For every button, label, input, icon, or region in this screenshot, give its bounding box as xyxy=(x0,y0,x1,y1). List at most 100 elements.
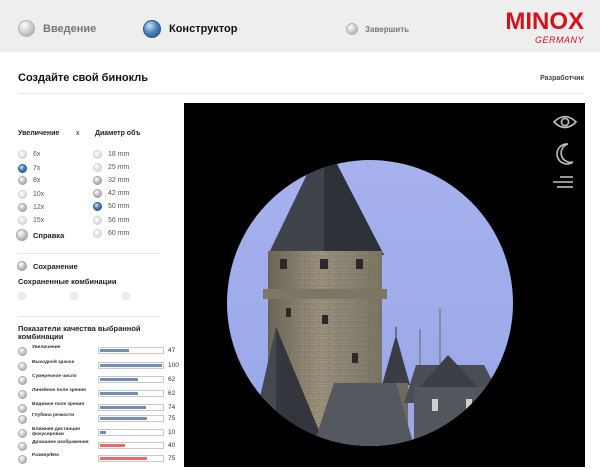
magnification-option-8x[interactable]: 8x xyxy=(18,176,40,185)
radio-icon xyxy=(18,203,27,212)
option-label: 42 mm xyxy=(108,190,130,197)
metric-bar-fill xyxy=(100,417,147,420)
metric-value: 40 xyxy=(168,442,176,449)
metric-row[interactable]: Выходной зрачок 100 xyxy=(18,360,179,372)
metric-row[interactable]: Сумеречное число 62 xyxy=(18,374,175,386)
metric-bullet-icon xyxy=(18,362,27,371)
metric-label: Сумеречное число xyxy=(32,374,77,379)
radio-selected-icon xyxy=(93,202,102,211)
option-label: 32 mm xyxy=(108,177,130,184)
metric-label: Линейное поле зрения xyxy=(32,388,86,393)
metric-bullet-icon xyxy=(18,390,27,399)
nav-step-constructor[interactable]: Конструктор xyxy=(143,20,237,38)
save-label: Сохранение xyxy=(33,261,78,271)
diameter-option-42mm[interactable]: 42 mm xyxy=(93,189,129,198)
radio-icon xyxy=(93,216,102,225)
metric-bar-fill xyxy=(100,457,147,460)
metric-bar-track xyxy=(98,376,164,383)
metric-bar-track xyxy=(98,362,164,369)
logo-country: GERMANY xyxy=(534,35,584,45)
metric-row[interactable]: Размер/Вес 75 xyxy=(18,453,175,465)
diameter-option-60mm[interactable]: 60 mm xyxy=(93,229,129,238)
metric-bar-fill xyxy=(100,349,129,352)
metric-row[interactable]: Увеличение 47 xyxy=(18,345,175,357)
metric-bar-fill xyxy=(100,444,125,447)
diameter-option-56mm[interactable]: 56 mm xyxy=(93,216,129,225)
radio-icon xyxy=(93,229,102,238)
option-label: 15x xyxy=(33,217,45,224)
option-label: 56 mm xyxy=(108,217,130,224)
nav-step-label: Введение xyxy=(43,22,97,35)
help-option[interactable]: Справка xyxy=(16,229,64,241)
nav-step-intro[interactable]: Введение xyxy=(18,20,96,37)
magnification-option-6x[interactable]: 6x xyxy=(18,150,40,159)
diameter-option-25mm[interactable]: 25 mm xyxy=(93,163,129,172)
diameter-option-18mm[interactable]: 18 mm xyxy=(93,150,129,159)
radio-icon xyxy=(17,261,27,271)
metric-bullet-icon xyxy=(18,376,27,385)
metric-bar-track xyxy=(98,404,164,411)
binocular-view-panel xyxy=(184,103,585,467)
radio-icon xyxy=(18,190,27,199)
divider xyxy=(18,316,160,317)
metric-label: Глубина резкости xyxy=(32,413,75,418)
metric-label: Увеличение xyxy=(32,345,61,350)
nav-step-label: Завершить xyxy=(365,24,410,34)
metric-label: Дрожание изображения xyxy=(32,440,89,445)
metric-value: 62 xyxy=(168,376,176,383)
radio-icon xyxy=(18,150,27,159)
nav-step-finish[interactable]: Завершить xyxy=(346,23,409,35)
metric-row[interactable]: Дрожание изображения 40 xyxy=(18,440,175,452)
option-label: 25 mm xyxy=(108,164,130,171)
magnification-option-12x[interactable]: 12x xyxy=(18,203,44,212)
metric-bullet-icon xyxy=(18,429,27,438)
metric-row[interactable]: Ближняя дистанция фокусировки 10 xyxy=(18,427,175,439)
metric-value: 10 xyxy=(168,429,176,436)
metric-value: 47 xyxy=(168,347,176,354)
metric-row[interactable]: Глубина резкости 75 xyxy=(18,413,175,425)
metric-row[interactable]: Линейное поле зрения 62 xyxy=(18,388,175,400)
developer-link[interactable]: Разработчик xyxy=(540,75,584,82)
magnification-option-10x[interactable]: 10x xyxy=(18,190,44,199)
saved-combinations-label: Сохраненные комбинации xyxy=(18,277,117,286)
metric-bullet-icon xyxy=(18,404,27,413)
metric-bar-track xyxy=(98,429,164,436)
option-label: 12x xyxy=(33,204,45,211)
magnification-option-7x[interactable]: 7x xyxy=(18,164,40,173)
eye-icon[interactable] xyxy=(553,114,577,130)
moon-icon[interactable] xyxy=(556,143,574,165)
page-title: Создайте свой бинокль xyxy=(18,72,148,84)
metric-bar-fill xyxy=(100,392,138,395)
help-radio-icon xyxy=(16,229,28,241)
diameter-option-50mm[interactable]: 50 mm xyxy=(93,202,129,211)
diameter-option-32mm[interactable]: 32 mm xyxy=(93,176,129,185)
settings-lines-icon[interactable] xyxy=(552,175,574,189)
metric-value: 75 xyxy=(168,455,176,462)
nav-step-label: Конструктор xyxy=(169,23,238,35)
option-label: 8x xyxy=(33,177,41,184)
save-option[interactable]: Сохранение xyxy=(17,261,78,271)
metric-label: Видимое поле зрения xyxy=(32,402,85,407)
metric-label: Размер/Вес xyxy=(32,453,60,458)
saved-slot-3[interactable] xyxy=(122,292,130,300)
option-label: 18 mm xyxy=(108,151,130,158)
metric-bar-track xyxy=(98,415,164,422)
radio-icon xyxy=(18,216,27,225)
metric-bar-fill xyxy=(100,431,106,434)
top-nav-bar: Введение Конструктор Завершить MINOX GER… xyxy=(0,0,600,52)
divider xyxy=(18,93,584,94)
option-label: 10x xyxy=(33,191,45,198)
metric-bar-fill xyxy=(100,378,138,381)
option-label: 6x xyxy=(33,151,41,158)
help-label: Справка xyxy=(33,230,65,240)
metric-bullet-icon xyxy=(18,347,27,356)
metric-bar-track xyxy=(98,347,164,354)
metric-label: Ближняя дистанция фокусировки xyxy=(32,427,80,437)
separator-x: x xyxy=(76,130,80,137)
metric-bar-fill xyxy=(100,364,162,367)
option-label: 50 mm xyxy=(108,203,130,210)
metric-bar-track xyxy=(98,390,164,397)
saved-slot-2[interactable] xyxy=(70,292,78,300)
magnification-option-15x[interactable]: 15x xyxy=(18,216,44,225)
saved-slot-1[interactable] xyxy=(18,292,26,300)
